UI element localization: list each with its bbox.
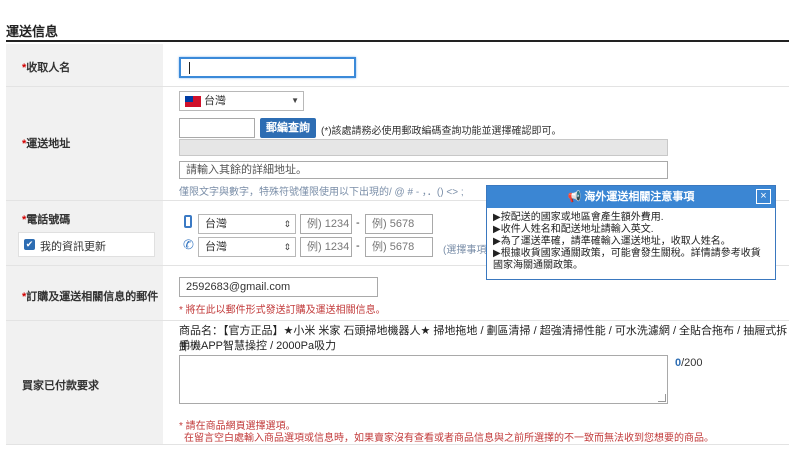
address-label: *運送地址	[22, 135, 70, 151]
separator: -	[356, 240, 360, 252]
address-row: *運送地址 台灣 ▼ 郵編查詢 (*)該處請務必使用郵政編碼查詢功能並選擇確認即…	[6, 87, 789, 201]
email-label-cell: *訂購及運送相關信息的郵件	[6, 266, 163, 320]
counter-max: /200	[681, 357, 703, 369]
recipient-row: *收取人名	[6, 44, 789, 87]
buyer-request-row: 買家已付款要求 商品名：【官方正品】★小米 米家 石頭掃地機器人★ 掃地拖地 /…	[6, 321, 789, 445]
address-label-text: 運送地址	[26, 138, 71, 150]
phone-label-text: 電話號碼	[26, 214, 71, 226]
recipient-label: *收取人名	[22, 59, 70, 75]
updown-arrow-icon: ⇕	[283, 242, 291, 252]
chevron-down-icon: ▼	[291, 96, 299, 105]
popup-body: ▶按配送的國家或地區會產生額外費用. ▶收件人姓名和配送地址請輸入英文. ▶為了…	[493, 212, 769, 272]
mobile-phone-icon	[184, 215, 192, 228]
postcode-note: (*)該處請務必使用郵政編碼查詢功能並選擇確認即可。	[321, 126, 562, 137]
info-update-checkbox[interactable]: ✔	[24, 239, 35, 250]
popup-title: 海外運送相關注意事項	[584, 191, 695, 203]
telephone-icon: ✆	[183, 237, 194, 252]
separator: -	[356, 217, 360, 229]
optional-note: (選擇事項	[443, 245, 487, 256]
popup-line: ▶收件人姓名和配送地址請輸入英文.	[493, 224, 654, 235]
megaphone-icon: 📢	[567, 191, 582, 203]
product-name-line2: 手機APP智慧操控 / 2000Pa吸力	[179, 340, 337, 352]
address-label-cell: *運送地址	[6, 87, 163, 200]
popup-line: ▶為了運送準確，請準確輸入運送地址，收取人姓名。	[493, 236, 731, 247]
mobile-part2-input[interactable]: 例) 5678	[365, 214, 433, 234]
postcode-input[interactable]	[179, 118, 255, 138]
country-select[interactable]: 台灣 ▼	[179, 91, 304, 111]
info-update-checkbox-container[interactable]: ✔ 我的資訊更新	[18, 232, 155, 257]
tel-part1-input[interactable]: 例) 1234	[300, 237, 352, 257]
recipient-label-text: 收取人名	[26, 62, 71, 74]
email-label: *訂購及運送相關信息的郵件	[22, 288, 158, 304]
phone-label: *電話號碼	[22, 211, 70, 227]
country-select-value: 台灣	[204, 95, 226, 107]
tel-country-select[interactable]: 台灣 ⇕	[198, 237, 296, 257]
buyer-note-line2: 在留言空白處輸入商品選項或信息時，如果賣家沒有查看或者商品信息與之前所選擇的不一…	[184, 433, 714, 444]
overseas-shipping-notice-popup: 📢 海外運送相關注意事項 × ▶按配送的國家或地區會產生額外費用. ▶收件人姓名…	[486, 185, 776, 280]
address-line-field	[179, 139, 668, 156]
popup-line: ▶根據收貨國家通關政策，可能會發生關稅。詳情請參考收貨國家海關通關政策。	[493, 248, 761, 271]
popup-header: 📢 海外運送相關注意事項	[487, 186, 775, 208]
buyer-request-label-cell: 買家已付款要求	[6, 321, 163, 444]
tel-country-value: 台灣	[205, 241, 227, 253]
email-label-text: 訂購及運送相關信息的郵件	[26, 291, 159, 303]
recipient-label-cell: *收取人名	[6, 44, 163, 86]
title-divider	[6, 40, 789, 42]
email-hint: * 將在此以郵件形式發送訂購及運送相關信息。	[179, 305, 386, 316]
address-hint: 僅限文字與數字，特殊符號僅限使用以下出現的/ @ # - ，．() <> ;	[179, 187, 464, 198]
tel-part2-input[interactable]: 例) 5678	[365, 237, 433, 257]
buyer-request-textarea[interactable]	[179, 355, 668, 404]
address-detail-input[interactable]: 請輸入其餘的詳細地址。	[179, 161, 668, 179]
mobile-country-select[interactable]: 台灣 ⇕	[198, 214, 296, 234]
buyer-request-label: 買家已付款要求	[22, 380, 99, 392]
mobile-part1-input[interactable]: 例) 1234	[300, 214, 352, 234]
email-input[interactable]: 2592683@gmail.com	[179, 277, 378, 297]
close-icon[interactable]: ×	[756, 189, 771, 204]
section-title: 運送信息	[6, 24, 59, 39]
popup-line: ▶按配送的國家或地區會產生額外費用.	[493, 212, 664, 223]
postcode-search-button[interactable]: 郵編查詢	[260, 118, 316, 138]
char-counter: 0/200	[675, 357, 703, 369]
info-update-label: 我的資訊更新	[40, 241, 106, 253]
recipient-name-input[interactable]	[179, 57, 356, 78]
mobile-country-value: 台灣	[205, 218, 227, 230]
text-caret	[189, 62, 190, 74]
taiwan-flag-icon	[185, 96, 201, 107]
phone-label-cell: *電話號碼 ✔ 我的資訊更新	[6, 201, 163, 265]
updown-arrow-icon: ⇕	[283, 219, 291, 229]
resize-handle[interactable]	[658, 394, 666, 402]
